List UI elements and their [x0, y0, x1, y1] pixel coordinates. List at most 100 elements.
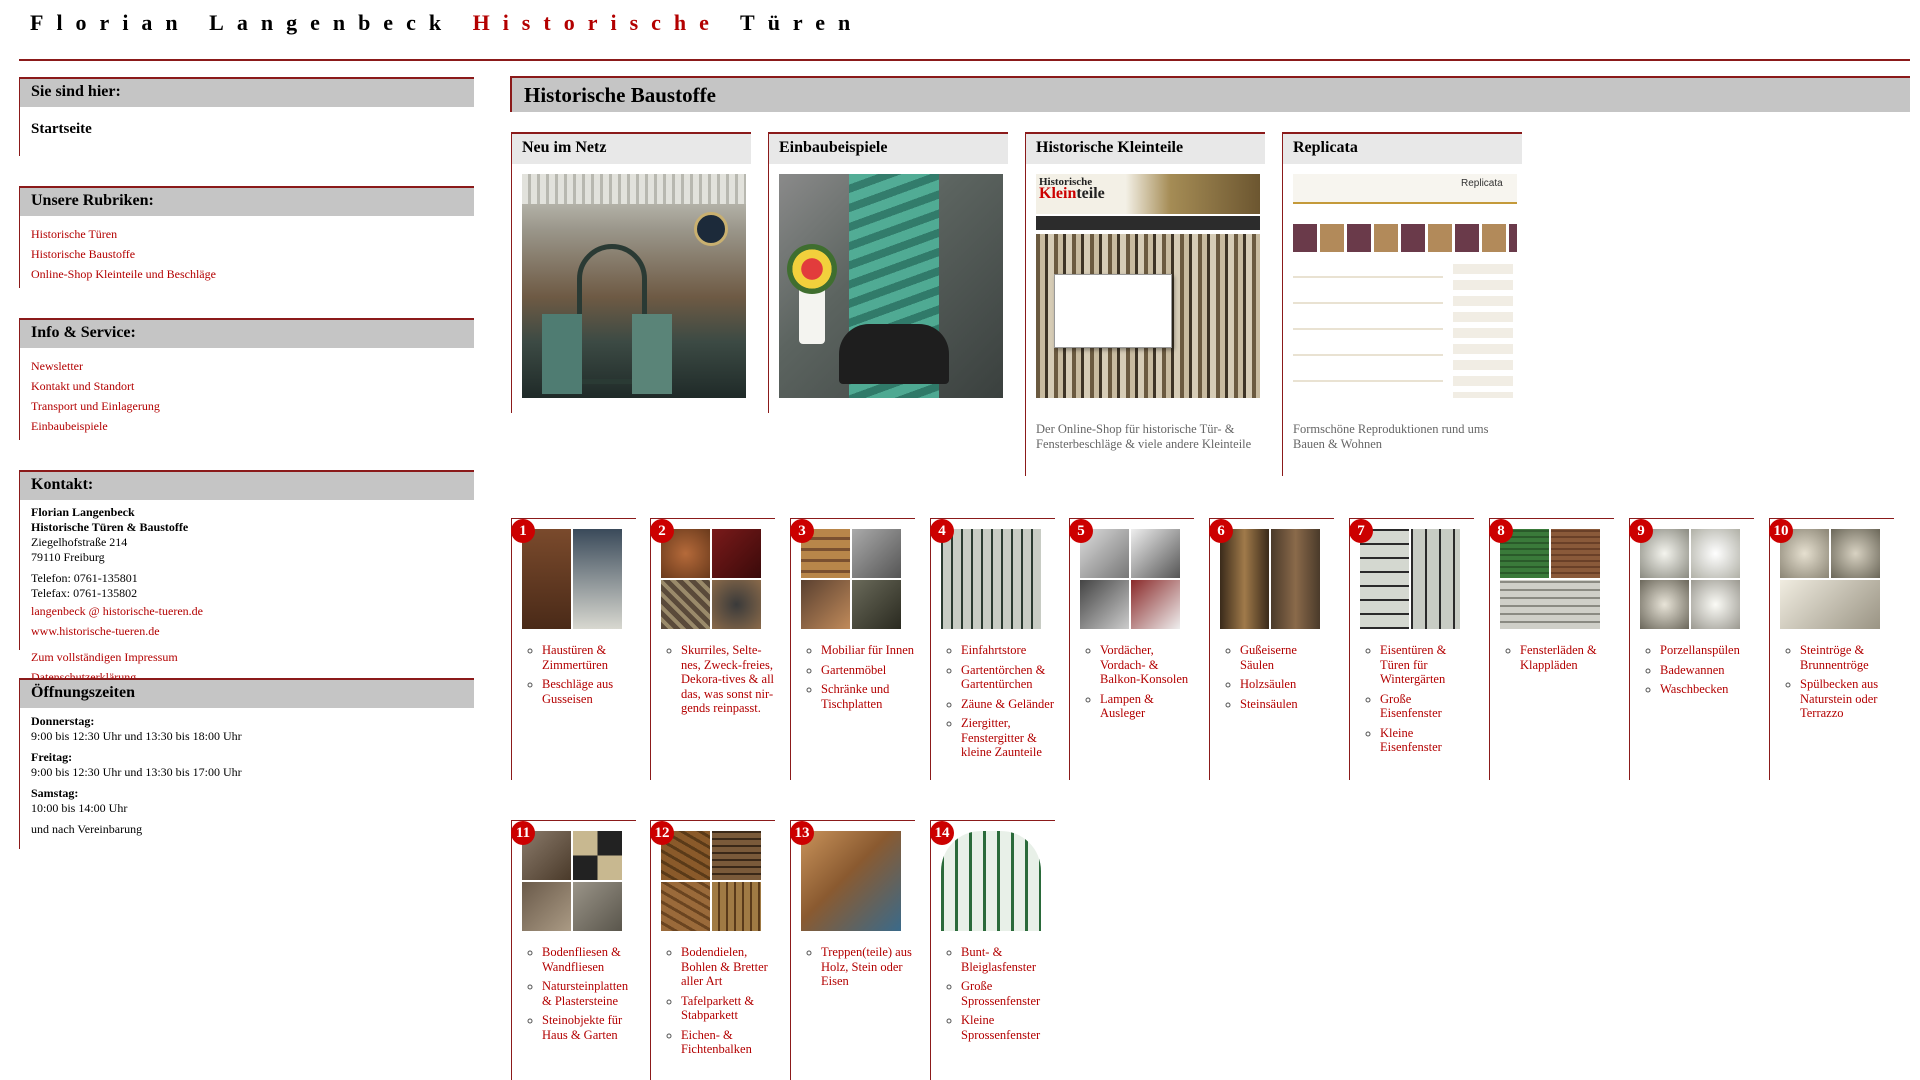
contact-box: Kontakt: Florian Langenbeck Historische … [19, 470, 474, 684]
category-image-columns[interactable] [1220, 529, 1320, 629]
category-number-badge: 5 [1069, 519, 1093, 543]
category-link[interactable]: Steinsäulen [1240, 697, 1298, 711]
impressum-link[interactable]: Zum vollständigen Impressum [31, 647, 463, 667]
feature-image-spiral-stairs[interactable] [779, 174, 1003, 398]
category-link[interactable]: Gartentörchen & Gartentürchen [961, 663, 1045, 692]
category-image-curiosities[interactable] [661, 529, 761, 629]
feature-image-showroom[interactable] [522, 174, 746, 398]
category-link[interactable]: Gartenmöbel [821, 663, 886, 677]
category-link[interactable]: Kleine Sprossenfenster [961, 1013, 1040, 1042]
category-link[interactable]: Große Sprossenfenster [961, 979, 1040, 1008]
category-link[interactable]: Steinobjekte für Haus & Garten [542, 1013, 622, 1042]
category-number-badge: 12 [650, 821, 674, 845]
category-link[interactable]: Eichen- & Fichtenbalken [681, 1028, 752, 1057]
category-link[interactable]: Eisentüren & Türen für Wintergärten [1380, 643, 1446, 686]
sidebar-item-kontakt[interactable]: Kontakt und Standort [31, 376, 463, 396]
category-link[interactable]: Beschläge aus Gusseisen [542, 677, 613, 706]
category-link[interactable]: Große Eisenfenster [1380, 692, 1442, 721]
category-image-furniture[interactable] [801, 529, 901, 629]
feature-title: Historische Kleinteile [1026, 134, 1265, 164]
category-link[interactable]: Holzsäulen [1240, 677, 1296, 691]
contact-email-link[interactable]: langenbeck @ historische-tueren.de [31, 601, 463, 621]
category-link[interactable]: Steintröge & Brunnentröge [1800, 643, 1869, 672]
category-link[interactable]: Haustüren & Zimmertüren [542, 643, 608, 672]
category-link[interactable]: Skurriles, Selte-nes, Zweck-freies, Deko… [681, 643, 774, 715]
hours-friday: 9:00 bis 12:30 Uhr und 13:30 bis 17:00 U… [31, 765, 242, 779]
category-image-sinks[interactable] [1640, 529, 1740, 629]
category-image-iron-doors[interactable] [1360, 529, 1460, 629]
category-link[interactable]: Mobiliar für Innen [821, 643, 914, 657]
category-link[interactable]: Treppen(teile) aus Holz, Stein oder Eise… [821, 945, 912, 988]
category-number-badge: 1 [511, 519, 535, 543]
contact-city: 79110 Freiburg [31, 550, 105, 564]
category-link[interactable]: Ziergitter, Fenstergitter & kleine Zaunt… [961, 716, 1042, 759]
sidebar-item-einbaubeispiele[interactable]: Einbaubeispiele [31, 416, 463, 436]
hours-thursday: 9:00 bis 12:30 Uhr und 13:30 bis 18:00 U… [31, 729, 242, 743]
sidebar-item-online-shop[interactable]: Online-Shop Kleinteile und Beschläge [31, 264, 463, 284]
category-link[interactable]: Waschbecken [1660, 682, 1728, 696]
category-image-canopies[interactable] [1080, 529, 1180, 629]
category-link[interactable]: Natursteinplatten & Plastersteine [542, 979, 628, 1008]
category-tile-12[interactable]: 12 Bodendielen, Bohlen & Bretter aller A… [650, 820, 775, 1080]
category-image-doors[interactable] [522, 529, 622, 629]
hours-note: und nach Vereinbarung [31, 822, 143, 836]
category-tile-5[interactable]: 5 Vordächer, Vordach- & Balkon-Konsolen … [1069, 518, 1194, 780]
feature-caption: Der Online-Shop für historische Tür- & F… [1036, 422, 1252, 451]
category-tile-1[interactable]: 1 Haustüren & Zimmertüren Beschläge aus … [511, 518, 636, 780]
feature-image-replicata-shop[interactable]: Replicata [1293, 174, 1517, 398]
category-link[interactable]: Bodenfliesen & Wandfliesen [542, 945, 621, 974]
category-link[interactable]: Schränke und Tischplatten [821, 682, 889, 711]
sidebar-item-historische-baustoffe[interactable]: Historische Baustoffe [31, 244, 463, 264]
category-image-tiles[interactable] [522, 831, 622, 931]
feature-einbaubeispiele[interactable]: Einbaubeispiele [768, 132, 1008, 413]
feature-historische-kleinteile[interactable]: Historische Kleinteile Historische Kleint… [1025, 132, 1265, 476]
breadcrumb-current: Startseite [31, 121, 92, 137]
contact-company: Historische Türen & Baustoffe [31, 520, 189, 534]
category-image-troughs[interactable] [1780, 529, 1880, 629]
page-title: Historische Baustoffe [510, 76, 1910, 112]
sidebar-item-historische-tueren[interactable]: Historische Türen [31, 224, 463, 244]
site-owner-name: Florian Langenbeck [30, 10, 455, 35]
category-image-stairs[interactable] [801, 831, 901, 931]
feature-caption: Formschöne Reproduktionen rund ums Bauen… [1293, 422, 1489, 451]
category-link[interactable]: Spülbecken aus Naturstein oder Terrazzo [1800, 677, 1878, 720]
category-tile-10[interactable]: 10 Steintröge & Brunnentröge Spülbecken … [1769, 518, 1894, 780]
category-link[interactable]: Kleine Eisenfenster [1380, 726, 1442, 755]
category-tile-2[interactable]: 2 Skurriles, Selte-nes, Zweck-freies, De… [650, 518, 775, 780]
category-link[interactable]: Porzellanspülen [1660, 643, 1740, 657]
feature-replicata[interactable]: Replicata Replicata Formschöne Reprodukt… [1282, 132, 1522, 476]
category-link[interactable]: Fensterläden & Klappläden [1520, 643, 1597, 672]
category-link[interactable]: Bodendielen, Bohlen & Bretter aller Art [681, 945, 768, 988]
category-image-shutters[interactable] [1500, 529, 1600, 629]
category-link[interactable]: Tafelparkett & Stabparkett [681, 994, 754, 1023]
category-image-floorboards[interactable] [661, 831, 761, 931]
hours-friday-label: Freitag: [31, 750, 73, 764]
sidebar-item-transport[interactable]: Transport und Einlagerung [31, 396, 463, 416]
category-tile-9[interactable]: 9 Porzellanspülen Badewannen Waschbecken [1629, 518, 1754, 780]
category-tile-4[interactable]: 4 Einfahrtstore Gartentörchen & Gartentü… [930, 518, 1055, 780]
category-link[interactable]: Badewannen [1660, 663, 1725, 677]
feature-title: Replicata [1283, 134, 1522, 164]
category-tile-3[interactable]: 3 Mobiliar für Innen Gartenmöbel Schränk… [790, 518, 915, 780]
category-link[interactable]: Einfahrtstore [961, 643, 1026, 657]
category-number-badge: 6 [1209, 519, 1233, 543]
category-link[interactable]: Lampen & Ausleger [1100, 692, 1154, 721]
category-tile-7[interactable]: 7 Eisentüren & Türen für Wintergärten Gr… [1349, 518, 1474, 780]
category-tile-11[interactable]: 11 Bodenfliesen & Wandfliesen Naturstein… [511, 820, 636, 1080]
category-number-badge: 7 [1349, 519, 1373, 543]
category-link[interactable]: Zäune & Geländer [961, 697, 1054, 711]
category-link[interactable]: Gußeiserne Säulen [1240, 643, 1297, 672]
category-image-stained-glass[interactable] [941, 831, 1041, 931]
category-link[interactable]: Bunt- & Bleiglasfenster [961, 945, 1036, 974]
category-tile-14[interactable]: 14 Bunt- & Bleiglasfenster Große Sprosse… [930, 820, 1055, 1080]
category-tile-13[interactable]: 13 Treppen(teile) aus Holz, Stein oder E… [790, 820, 915, 1080]
feature-neu-im-netz[interactable]: Neu im Netz [511, 132, 751, 413]
header-divider [19, 59, 1910, 61]
feature-image-kleinteile-shop[interactable]: Historische Kleinteile [1036, 174, 1260, 398]
category-tile-8[interactable]: 8 Fensterläden & Klappläden [1489, 518, 1614, 780]
sidebar-item-newsletter[interactable]: Newsletter [31, 356, 463, 376]
category-link[interactable]: Vordächer, Vordach- & Balkon-Konsolen [1100, 643, 1188, 686]
category-tile-6[interactable]: 6 Gußeiserne Säulen Holzsäulen Steinsäul… [1209, 518, 1334, 780]
contact-website-link[interactable]: www.historische-tueren.de [31, 621, 463, 641]
category-image-gates[interactable] [941, 529, 1041, 629]
